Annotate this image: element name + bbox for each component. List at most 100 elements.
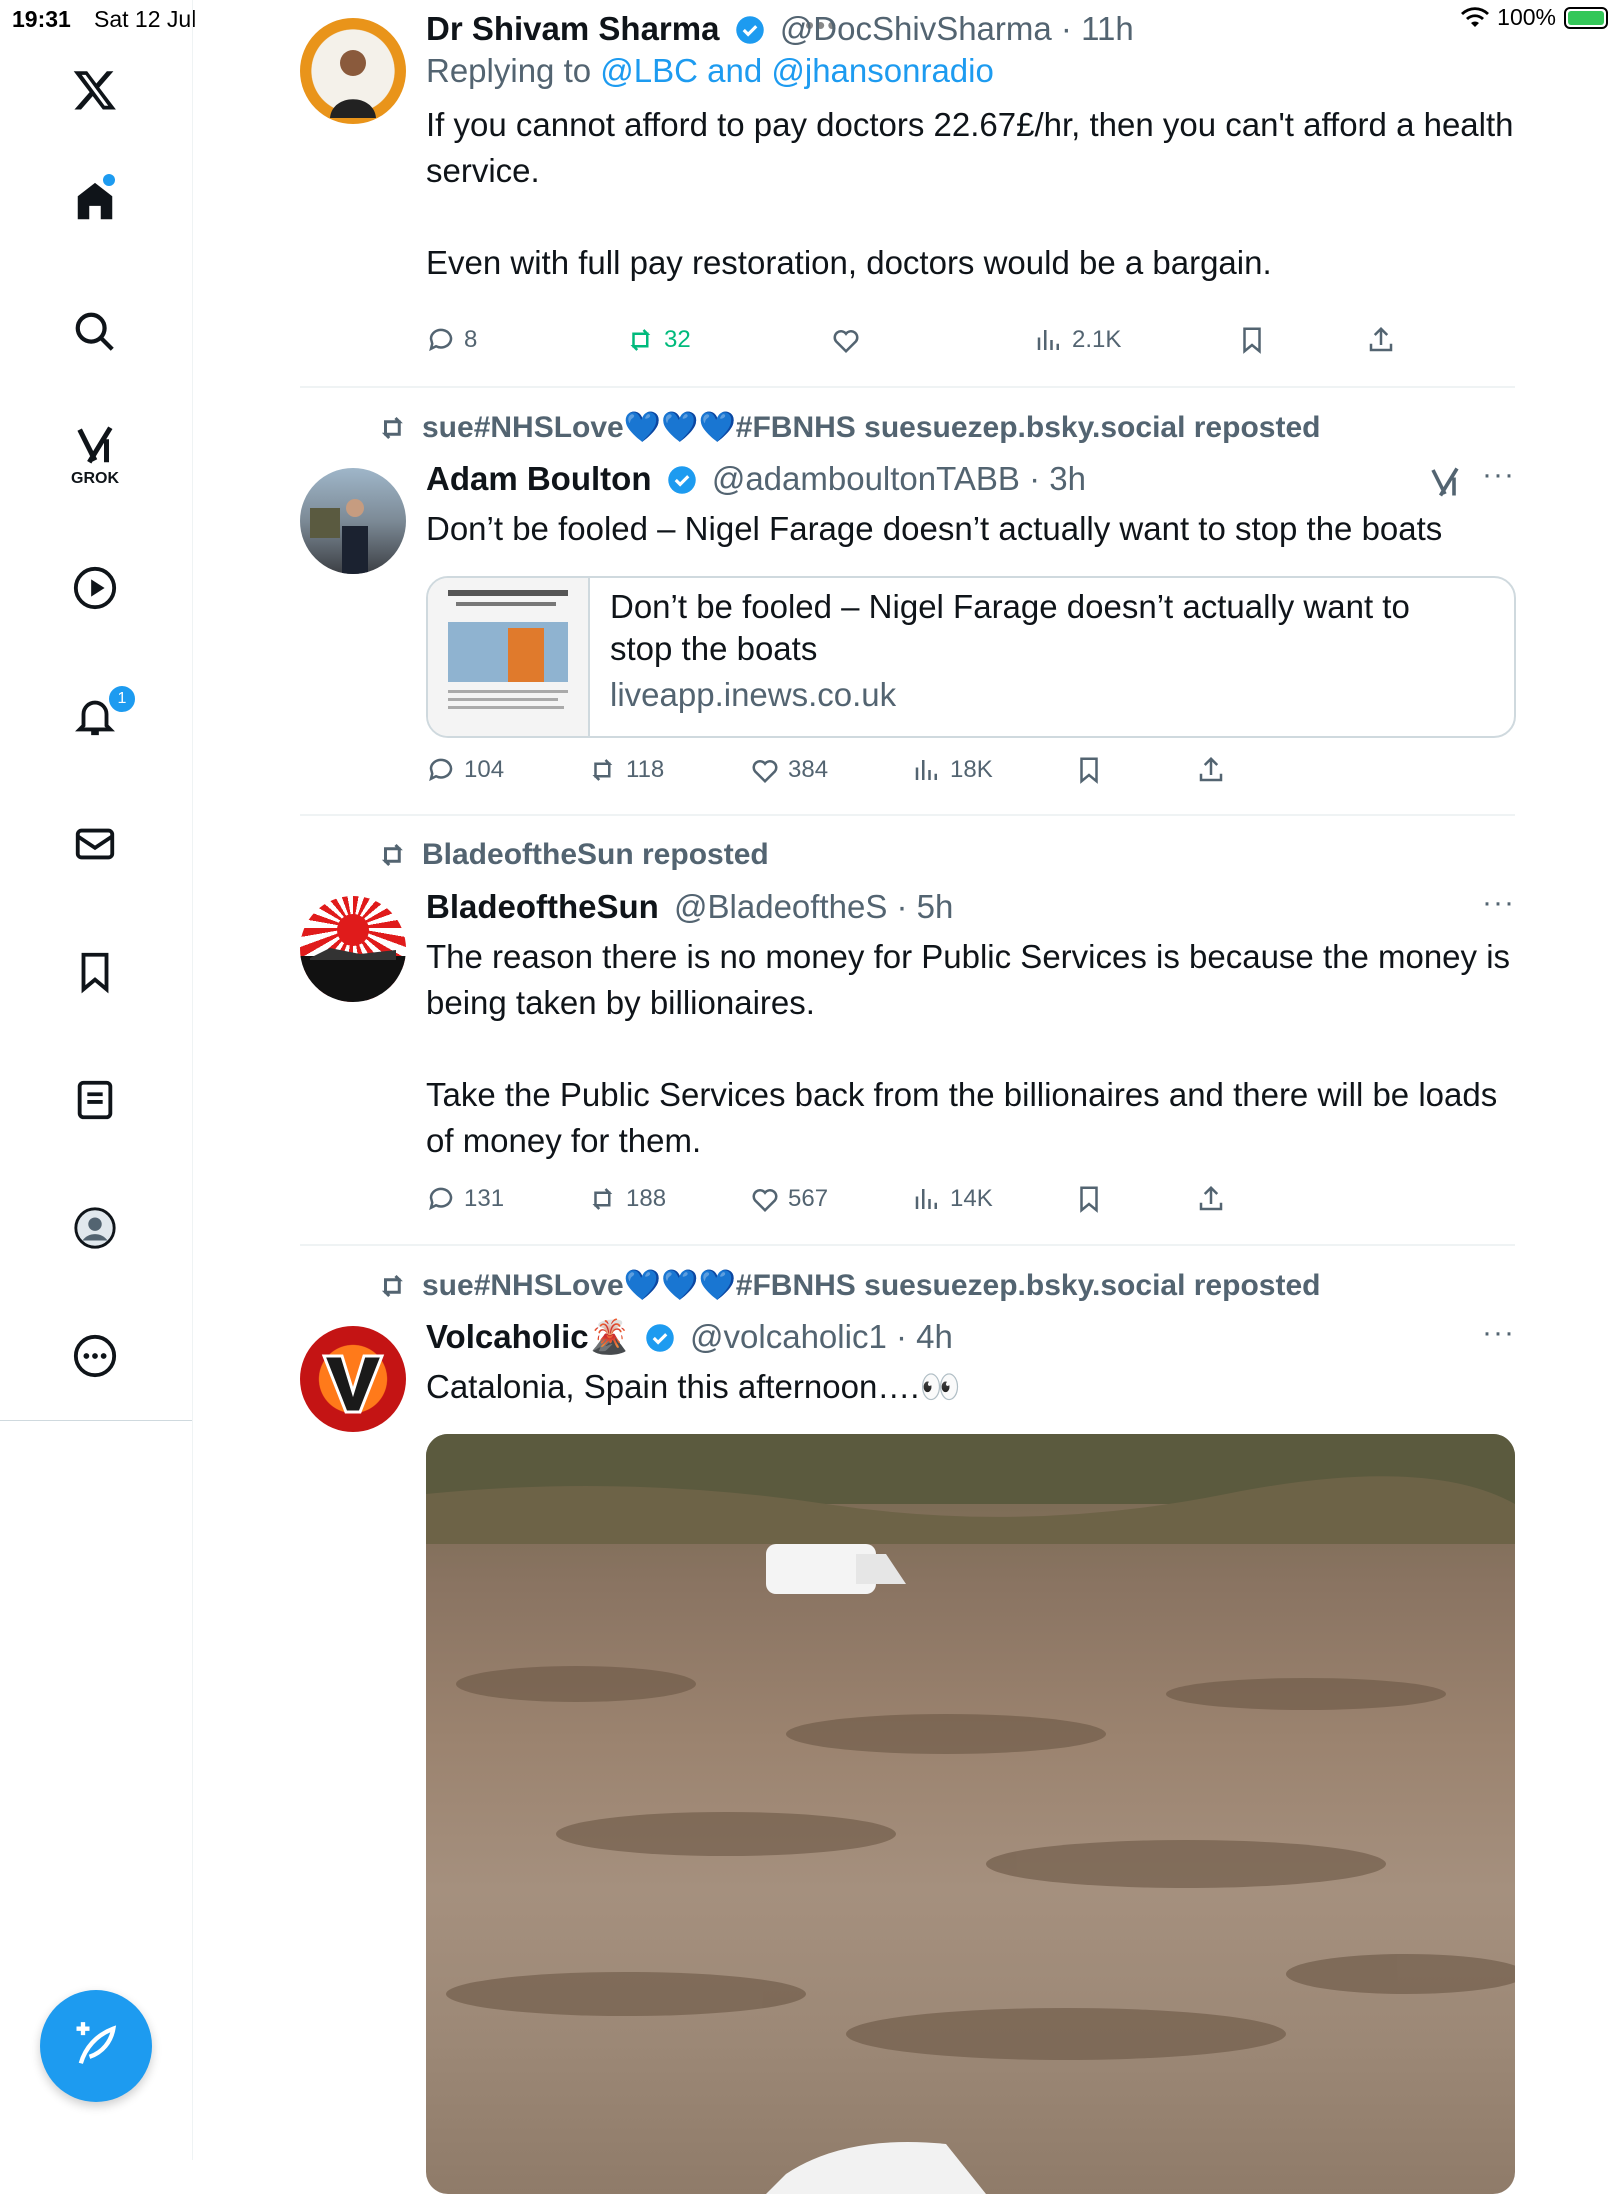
views-button[interactable]: 2.1K [1034, 320, 1121, 360]
avatar[interactable] [300, 1326, 406, 1432]
more-options-icon[interactable]: ··· [1482, 458, 1515, 492]
views-button[interactable]: 18K [912, 750, 993, 790]
grok-icon[interactable] [1427, 464, 1463, 500]
author-name[interactable]: Dr Shivam Sharma [426, 10, 719, 47]
tweet-header: Volcaholic🌋 @volcaholic1 · 4h [426, 1316, 1515, 1358]
repost-icon [381, 416, 403, 439]
repost-button[interactable]: 188 [588, 1179, 666, 1219]
tweet-separator [300, 814, 1515, 816]
link-card-thumbnail [428, 578, 590, 736]
author-name[interactable]: Volcaholic🌋 [426, 1318, 630, 1355]
mail-icon[interactable] [55, 804, 135, 884]
tweet-time[interactable]: · 4h [896, 1318, 953, 1355]
grok-label: GROK [71, 470, 119, 487]
views-button[interactable]: 14K [912, 1179, 993, 1219]
author-name[interactable]: BladeoftheSun [426, 888, 659, 925]
reply-count: 131 [464, 1185, 505, 1212]
tweet-separator [300, 1244, 1515, 1246]
repost-by: BladeoftheSun reposted [422, 838, 769, 871]
views-icon [915, 1189, 937, 1209]
reply-icon [429, 1187, 453, 1211]
repost-count: 118 [626, 756, 665, 783]
reply-button[interactable]: 8 [426, 320, 477, 360]
views-count: 14K [950, 1185, 993, 1212]
tweet-content: Volcaholic🌋 @volcaholic1 · 4h Catalonia,… [426, 1316, 1515, 1410]
reply-button[interactable]: 131 [426, 1179, 504, 1219]
video-play-icon[interactable] [55, 548, 135, 628]
tweet-video[interactable] [426, 1434, 1515, 2194]
tweet-time[interactable]: · 5h [897, 888, 954, 925]
tweet-text: Don’t be fooled – Nigel Farage doesn’t a… [426, 510, 1443, 547]
tweet-time[interactable]: · 3h [1029, 460, 1086, 497]
like-button[interactable]: 384 [750, 750, 828, 790]
reply-icon [429, 328, 453, 352]
heart-icon [752, 760, 778, 784]
author-handle[interactable]: @DocShivSharma [780, 10, 1052, 47]
tweet-actions: 8 32 2.1K [426, 320, 1426, 360]
repost-context[interactable]: sue#NHSLove💙💙💙#FBNHS suesuezep.bsky.soci… [378, 410, 1320, 445]
like-button[interactable]: 567 [750, 1179, 828, 1219]
link-card-title: Don’t be fooled – Nigel Farage doesn’t a… [610, 588, 1410, 667]
repost-context[interactable]: sue#NHSLove💙💙💙#FBNHS suesuezep.bsky.soci… [378, 1268, 1320, 1303]
reply-count: 8 [464, 326, 478, 353]
tweet-header: BladeoftheSun @BladeoftheS · 5h [426, 886, 1515, 928]
tweet-header: Adam Boulton @adamboultonTABB · 3h [426, 458, 1515, 500]
bookmark-button[interactable] [1237, 320, 1267, 360]
repost-button[interactable]: 32 [626, 320, 691, 360]
share-icon [1199, 756, 1223, 782]
bell-icon[interactable]: 1 [55, 676, 137, 756]
tweet-actions: 131 188 567 14K [426, 1179, 1426, 1219]
repost-context[interactable]: BladeoftheSun reposted [378, 838, 769, 872]
link-card[interactable]: Don’t be fooled – Nigel Farage doesn’t a… [426, 576, 1516, 738]
reply-button[interactable]: 104 [426, 750, 504, 790]
repost-icon [592, 759, 613, 781]
tweet-content: Dr Shivam Sharma @DocShivSharma · 11h Re… [426, 8, 1515, 286]
reply-to-link[interactable]: @LBC and @jhansonradio [600, 52, 994, 89]
repost-icon [592, 1188, 613, 1210]
tweet-time[interactable]: · 11h [1061, 10, 1134, 47]
reply-prefix: Replying to [426, 52, 592, 89]
bookmark-icon[interactable] [55, 932, 135, 1012]
x-logo-icon[interactable] [55, 50, 135, 130]
home-icon[interactable] [55, 162, 135, 242]
share-button[interactable] [1196, 1179, 1226, 1219]
more-options-icon[interactable]: ··· [1482, 886, 1515, 920]
list-icon[interactable] [55, 1060, 135, 1140]
like-count: 384 [788, 756, 829, 783]
share-icon [1369, 326, 1393, 352]
grok-icon[interactable]: GROK [55, 415, 135, 495]
verified-icon [646, 1324, 674, 1352]
avatar[interactable] [300, 468, 406, 574]
tweet-actions: 104 118 384 18K [426, 750, 1426, 790]
bookmark-icon [1080, 757, 1098, 784]
views-icon [1037, 330, 1059, 350]
author-handle[interactable]: @adamboultonTABB [712, 460, 1020, 497]
notification-badge: 1 [107, 684, 137, 714]
author-handle[interactable]: @BladeoftheS [674, 888, 887, 925]
views-count: 18K [950, 756, 993, 783]
more-options-icon[interactable]: ··· [1482, 1316, 1515, 1350]
avatar[interactable] [300, 896, 406, 1002]
repost-button[interactable]: 118 [588, 750, 664, 790]
share-button[interactable] [1196, 750, 1226, 790]
bookmark-button[interactable] [1074, 1179, 1104, 1219]
profile-icon[interactable] [55, 1188, 135, 1268]
tweet-text: The reason there is no money for Public … [426, 938, 1511, 1159]
tweet-text: If you cannot afford to pay doctors 22.6… [426, 106, 1514, 281]
bookmark-icon [1080, 1186, 1098, 1213]
tweet-content: Adam Boulton @adamboultonTABB · 3h Don’t… [426, 458, 1515, 552]
repost-count: 188 [626, 1185, 667, 1212]
bookmark-button[interactable] [1074, 750, 1104, 790]
author-handle[interactable]: @volcaholic1 [690, 1318, 887, 1355]
share-button[interactable] [1366, 320, 1396, 360]
like-button[interactable] [831, 320, 869, 360]
search-icon[interactable] [55, 292, 135, 372]
flood-video-frame [426, 1434, 1515, 2194]
author-name[interactable]: Adam Boulton [426, 460, 651, 497]
more-icon[interactable] [55, 1316, 135, 1396]
compose-button[interactable] [40, 1990, 152, 2102]
repost-icon [381, 1274, 403, 1297]
like-count: 567 [788, 1185, 829, 1212]
heart-icon [752, 1189, 778, 1213]
avatar[interactable] [300, 18, 406, 124]
